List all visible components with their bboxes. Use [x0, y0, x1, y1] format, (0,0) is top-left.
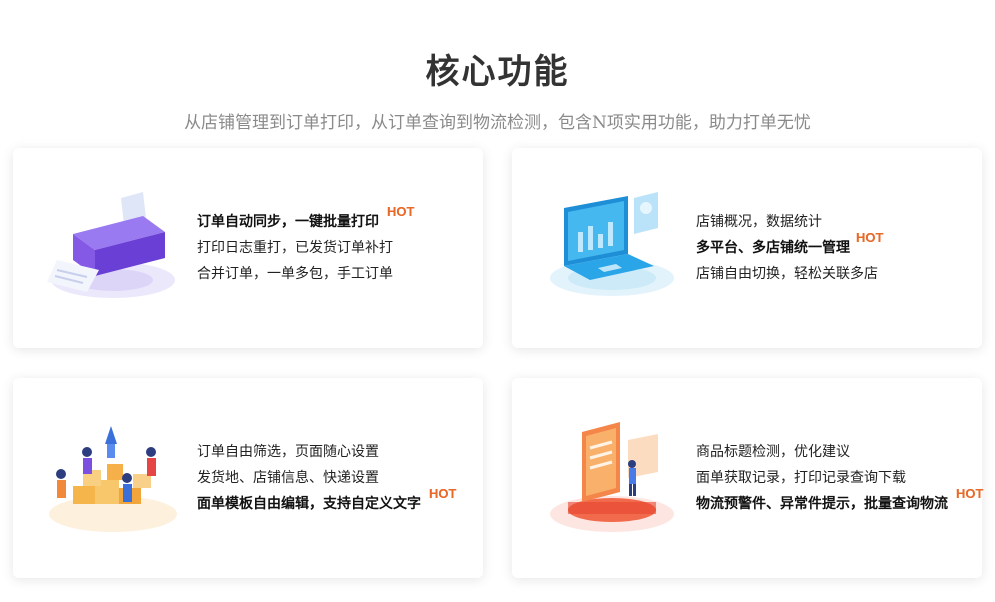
- feature-card-print: 订单自动同步，一键批量打印 HOT 打印日志重打，已发货订单补打 合并订单，一单多…: [13, 148, 483, 348]
- feature-line: 店铺概况，数据统计: [696, 214, 822, 230]
- section-subtitle: 从店铺管理到订单打印，从订单查询到物流检测，包含N项实用功能，助力打单无忧: [184, 113, 811, 133]
- feature-card-stores: 店铺概况，数据统计 多平台、多店铺统一管理 HOT 店铺自由切换，轻松关联多店: [512, 148, 982, 348]
- feature-card-logistics: 商品标题检测，优化建议 面单获取记录，打印记录查询下载 物流预警件、异常件提示，…: [512, 378, 983, 578]
- feature-line: 面单模板自由编辑，支持自定义文字 HOT: [197, 486, 456, 517]
- section-title: 核心功能: [425, 52, 570, 92]
- core-features-section: 核心功能 从店铺管理到订单打印，从订单查询到物流检测，包含N项实用功能，助力打单…: [0, 0, 995, 602]
- feature-line: 发货地、店铺信息、快递设置: [197, 470, 379, 486]
- feature-card-settings: 订单自由筛选，页面随心设置 发货地、店铺信息、快递设置 面单模板自由编辑，支持自…: [13, 378, 483, 578]
- laptop-dashboard-illustration-icon: [550, 192, 674, 296]
- feature-line: 订单自动同步，一键批量打印 HOT: [197, 204, 414, 235]
- hot-badge: HOT: [387, 199, 414, 225]
- feature-line: 面单获取记录，打印记录查询下载: [696, 470, 906, 486]
- team-boxes-illustration-icon: [49, 426, 177, 532]
- feature-line: 订单自由筛选，页面随心设置: [197, 444, 379, 460]
- hot-badge: HOT: [856, 225, 883, 251]
- feature-line: 打印日志重打，已发货订单补打: [197, 240, 393, 256]
- feature-line: 多平台、多店铺统一管理 HOT: [696, 230, 883, 261]
- feature-line: 店铺自由切换，轻松关联多店: [696, 266, 878, 282]
- feature-list: 订单自由筛选，页面随心设置 发货地、店铺信息、快递设置 面单模板自由编辑，支持自…: [197, 378, 456, 578]
- feature-line: 合并订单，一单多包，手工订单: [197, 266, 393, 282]
- hot-badge: HOT: [956, 481, 983, 507]
- document-analysis-illustration-icon: [550, 422, 674, 532]
- feature-line: 商品标题检测，优化建议: [696, 444, 850, 460]
- feature-line: 物流预警件、异常件提示，批量查询物流 HOT: [696, 486, 983, 517]
- feature-list: 店铺概况，数据统计 多平台、多店铺统一管理 HOT 店铺自由切换，轻松关联多店: [696, 148, 883, 348]
- printer-illustration-icon: [47, 192, 175, 298]
- feature-list: 订单自动同步，一键批量打印 HOT 打印日志重打，已发货订单补打 合并订单，一单多…: [197, 148, 414, 348]
- feature-list: 商品标题检测，优化建议 面单获取记录，打印记录查询下载 物流预警件、异常件提示，…: [696, 378, 983, 578]
- hot-badge: HOT: [429, 481, 456, 507]
